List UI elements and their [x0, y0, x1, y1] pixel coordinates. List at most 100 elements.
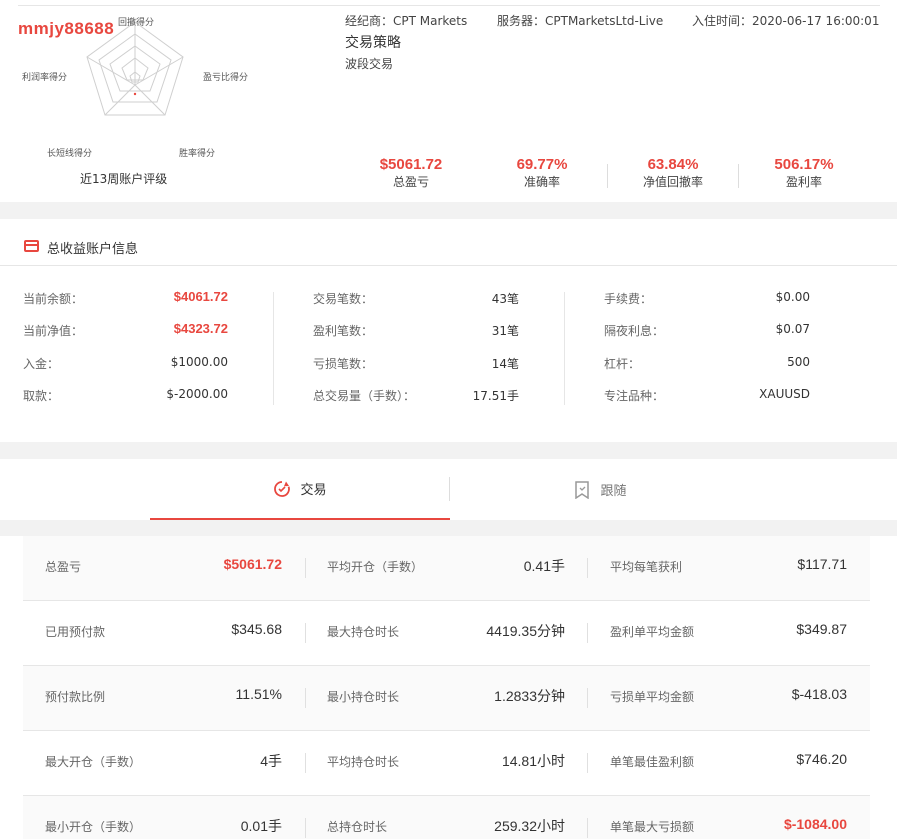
tab-bar: 交易 跟随 — [0, 459, 897, 520]
cell-label: 平均持仓时长 — [327, 755, 400, 769]
fee-label: 手续费： — [604, 292, 653, 306]
radar-caption: 近13周账户评级 — [80, 172, 168, 186]
volume-value: 17.51手 — [472, 389, 519, 403]
cell-value: $-1084.00 — [783, 816, 847, 832]
cell-divider — [305, 558, 306, 578]
trades-value: 43笔 — [491, 292, 519, 306]
stat-value: 69.77% — [516, 156, 568, 173]
username: mmjy88688 — [18, 19, 115, 38]
cell-label: 盈利单平均金额 — [610, 625, 695, 639]
cell-value: $345.68 — [231, 621, 282, 637]
deposit-value: $1000.00 — [170, 355, 228, 369]
volume-label: 总交易量（手数）： — [313, 389, 416, 403]
column-divider — [564, 292, 565, 405]
stat-value: 63.84% — [647, 156, 699, 173]
withdraw-value: $-2000.00 — [166, 387, 228, 401]
radar-label-profit-rate: 利润率得分 — [22, 73, 68, 83]
cell-divider — [305, 818, 306, 838]
cell-label: 总盈亏 — [45, 560, 82, 574]
cell-label: 最小持仓时长 — [327, 690, 400, 704]
trade-icon — [273, 480, 291, 498]
cell-divider — [587, 558, 588, 578]
cell-label: 最大持仓时长 — [327, 625, 400, 639]
stat-label: 总盈亏 — [392, 175, 429, 189]
cell-label: 预付款比例 — [45, 690, 106, 704]
cell-value: 14.81小时 — [501, 753, 565, 769]
symbol-label: 专注品种： — [604, 389, 665, 403]
leverage-label: 杠杆： — [604, 357, 641, 371]
cell-divider — [305, 623, 306, 643]
cell-value: $5061.72 — [223, 556, 282, 572]
tab-trade[interactable]: 交易 — [150, 459, 450, 520]
stat-label: 净值回撤率 — [642, 175, 703, 189]
loss-trades-label: 亏损笔数： — [313, 357, 374, 371]
balance-value: $4061.72 — [173, 289, 228, 304]
account-info-card: 总收益账户信息 当前余额： $4061.72 当前净值： $4323.72 入金… — [0, 219, 897, 442]
strategy-title: 交易策略 — [345, 35, 401, 51]
cell-divider — [587, 623, 588, 643]
stat-value: $5061.72 — [379, 156, 443, 173]
stat-total-pl: $5061.72 总盈亏 — [356, 156, 466, 190]
stat-divider — [738, 164, 739, 188]
cell-divider — [305, 688, 306, 708]
strategy-value: 波段交易 — [345, 57, 394, 71]
cell-label: 最大开仓（手数） — [45, 755, 142, 769]
win-trades-value: 31笔 — [491, 324, 519, 338]
cell-divider — [587, 753, 588, 773]
cell-label: 总持仓时长 — [327, 820, 388, 834]
cell-value: 4手 — [260, 753, 282, 769]
radar-label-winrate: 胜率得分 — [179, 149, 216, 159]
equity-label: 当前净值： — [23, 324, 84, 338]
bookmark-icon — [573, 480, 591, 499]
table-row: 预付款比例 11.51% 最小持仓时长 1.2833分钟 亏损单平均金额 $-4… — [23, 666, 870, 731]
radar-label-long-short: 长短线得分 — [47, 149, 93, 159]
broker-info: 经纪商：CPT Markets — [345, 14, 468, 28]
column-divider — [273, 292, 274, 405]
stat-drawdown: 63.84% 净值回撤率 — [618, 156, 728, 190]
symbol-value: XAUUSD — [759, 387, 810, 401]
cell-label: 亏损单平均金额 — [610, 690, 695, 704]
fee-value: $0.00 — [775, 290, 810, 304]
cell-value: 0.01手 — [240, 818, 282, 834]
cell-divider — [587, 688, 588, 708]
balance-label: 当前余额： — [23, 292, 84, 306]
join-time: 入住时间：2020-06-17 16:00:01 — [692, 14, 880, 28]
card-icon — [24, 240, 39, 252]
cell-value: $746.20 — [796, 751, 847, 767]
equity-value: $4323.72 — [173, 321, 228, 336]
stat-label: 准确率 — [523, 175, 560, 189]
win-trades-label: 盈利笔数： — [313, 324, 374, 338]
tab-follow[interactable]: 跟随 — [450, 459, 750, 520]
cell-value: 4419.35分钟 — [486, 623, 565, 639]
leverage-value: 500 — [787, 355, 810, 369]
trade-stats-table: 总盈亏 $5061.72 平均开仓（手数） 0.41手 平均每笔获利 $117.… — [0, 536, 897, 839]
radar-label-pl-ratio: 盈亏比得分 — [203, 73, 249, 83]
tab-label: 交易 — [300, 483, 327, 498]
withdraw-label: 取款： — [23, 389, 60, 403]
account-info-title: 总收益账户信息 — [47, 242, 139, 257]
cell-divider — [587, 818, 588, 838]
cell-label: 平均开仓（手数） — [327, 560, 424, 574]
table-row: 总盈亏 $5061.72 平均开仓（手数） 0.41手 平均每笔获利 $117.… — [23, 536, 870, 601]
loss-trades-value: 14笔 — [491, 357, 519, 371]
trades-label: 交易笔数： — [313, 292, 374, 306]
stat-accuracy: 69.77% 准确率 — [487, 156, 597, 190]
cell-value: 259.32小时 — [494, 818, 565, 834]
profile-card: mmjy88688 回撤得分 盈亏比得分 胜率得分 长短线得分 利润率得分 近1… — [0, 0, 897, 202]
stat-divider — [607, 164, 608, 188]
cell-label: 最小开仓（手数） — [45, 820, 142, 834]
cell-value: 11.51% — [235, 686, 282, 702]
swap-value: $0.07 — [775, 322, 810, 336]
cell-divider — [305, 753, 306, 773]
stat-value: 506.17% — [774, 156, 834, 173]
stat-label: 盈利率 — [785, 175, 822, 189]
radar-label-drawdown: 回撤得分 — [118, 18, 155, 28]
table-row: 最小开仓（手数） 0.01手 总持仓时长 259.32小时 单笔最大亏损额 $-… — [23, 796, 870, 839]
deposit-label: 入金： — [23, 357, 60, 371]
table-row: 已用预付款 $345.68 最大持仓时长 4419.35分钟 盈利单平均金额 $… — [23, 601, 870, 666]
cell-label: 单笔最大亏损额 — [610, 820, 695, 834]
radar-score-point — [133, 92, 137, 96]
cell-label: 已用预付款 — [45, 625, 106, 639]
account-info-header: 总收益账户信息 — [0, 219, 897, 266]
table-row: 最大开仓（手数） 4手 平均持仓时长 14.81小时 单笔最佳盈利额 $746.… — [23, 731, 870, 796]
